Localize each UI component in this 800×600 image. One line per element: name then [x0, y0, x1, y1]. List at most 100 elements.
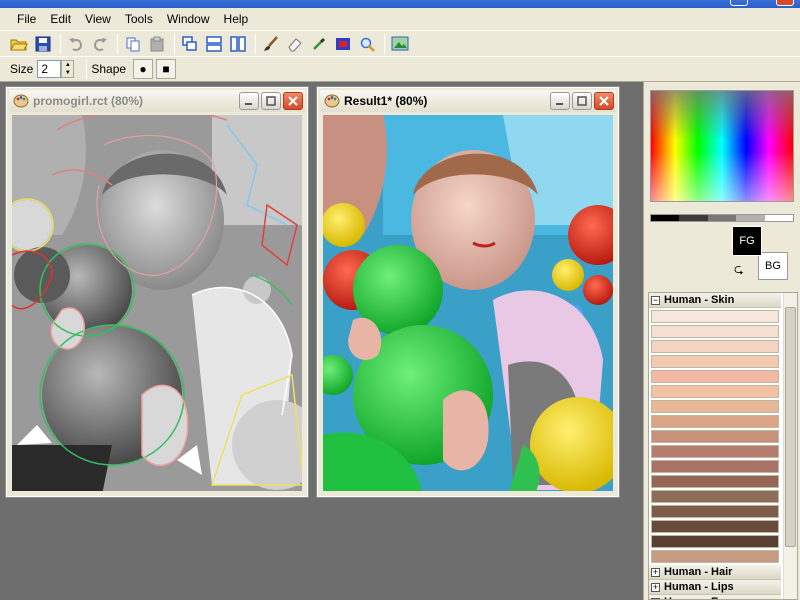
result-window-titlebar[interactable]: Result1* (80%) — [320, 90, 616, 112]
save-button[interactable] — [32, 33, 54, 55]
skin-color-swatch[interactable] — [651, 460, 779, 473]
skin-color-swatch[interactable] — [651, 475, 779, 488]
close-icon — [599, 96, 609, 106]
gray-step-swatch[interactable] — [679, 215, 708, 221]
grayscale-photo-with-region-outlines — [12, 115, 302, 491]
swatch-group-label: Human - Eyes — [664, 596, 737, 599]
swatch-group-human-eyes[interactable]: +Human - Eyes — [649, 595, 781, 599]
canvas-button[interactable] — [389, 33, 411, 55]
result-close-button[interactable] — [594, 92, 614, 110]
scrollbar-thumb[interactable] — [785, 307, 796, 547]
skin-swatch-list — [649, 310, 797, 563]
swap-colors-icon[interactable]: ⮎ — [734, 260, 744, 281]
skin-color-swatch[interactable] — [651, 385, 779, 398]
skin-color-swatch[interactable] — [651, 490, 779, 503]
result-canvas[interactable] — [323, 115, 613, 491]
app-minimize-button[interactable] — [730, 0, 748, 6]
paste-button[interactable] — [146, 33, 168, 55]
skin-color-swatch[interactable] — [651, 415, 779, 428]
skin-color-swatch[interactable] — [651, 355, 779, 368]
spin-down-icon[interactable]: ▼ — [62, 69, 74, 77]
toolbar-separator — [174, 33, 175, 54]
menu-file[interactable]: File — [10, 10, 43, 28]
copy-icon — [126, 37, 140, 51]
redo-button[interactable] — [89, 33, 111, 55]
foreground-color-swatch[interactable]: FG — [732, 226, 762, 256]
canvas-icon — [391, 36, 409, 50]
tile-horizontal-button[interactable] — [203, 33, 225, 55]
swatch-group-human-lips[interactable]: + Human - Lips — [649, 580, 781, 595]
eraser-tool-button[interactable] — [284, 33, 306, 55]
toolbar-separator — [117, 33, 118, 54]
brush-tool-button[interactable] — [260, 33, 282, 55]
color-fill-button[interactable] — [332, 33, 354, 55]
cascade-button[interactable] — [179, 33, 201, 55]
source-window-titlebar[interactable]: promogirl.rct (80%) — [9, 90, 305, 112]
skin-color-swatch[interactable] — [651, 505, 779, 518]
size-label: Size — [10, 62, 34, 76]
source-window-title: promogirl.rct (80%) — [33, 94, 144, 108]
toolbar-separator — [255, 33, 256, 54]
skin-color-swatch[interactable] — [651, 520, 779, 533]
menu-view[interactable]: View — [78, 10, 118, 28]
menu-tools[interactable]: Tools — [118, 10, 160, 28]
skin-color-swatch[interactable] — [651, 370, 779, 383]
background-color-swatch[interactable]: BG — [758, 252, 788, 280]
skin-color-swatch[interactable] — [651, 400, 779, 413]
skin-color-swatch[interactable] — [651, 340, 779, 353]
expand-icon[interactable]: + — [651, 567, 660, 577]
zoom-tool-button[interactable] — [356, 33, 378, 55]
gray-step-swatch[interactable] — [651, 215, 680, 221]
menu-window[interactable]: Window — [160, 10, 217, 28]
swatch-group-human-hair[interactable]: + Human - Hair — [649, 565, 781, 580]
gray-step-swatch[interactable] — [707, 215, 737, 221]
menu-edit[interactable]: Edit — [43, 10, 78, 28]
swatch-scrollbar[interactable] — [783, 293, 797, 599]
app-titlebar — [0, 0, 800, 8]
source-canvas[interactable] — [12, 115, 302, 491]
collapse-icon[interactable]: − — [651, 295, 660, 305]
result-maximize-button[interactable] — [572, 92, 592, 110]
color-spectrum-picker[interactable] — [650, 90, 794, 202]
copy-button[interactable] — [122, 33, 144, 55]
result-window-title: Result1* (80%) — [344, 94, 428, 108]
eyedropper-icon — [313, 37, 326, 50]
undo-button[interactable] — [65, 33, 87, 55]
grayscale-ramp[interactable] — [650, 214, 794, 222]
shape-round-button[interactable]: ● — [133, 59, 154, 79]
size-input[interactable] — [37, 60, 62, 78]
swatch-group-label: Human - Hair — [664, 566, 733, 578]
color-panel: FG BG ⮎ − Human - Skin + Human - Hair + Hum… — [643, 82, 800, 600]
source-maximize-button[interactable] — [261, 92, 281, 110]
tile-vertical-button[interactable] — [227, 33, 249, 55]
minimize-icon — [245, 103, 252, 105]
spin-up-icon[interactable]: ▲ — [62, 61, 74, 69]
open-button[interactable] — [8, 33, 30, 55]
gray-step-swatch[interactable] — [736, 215, 765, 221]
source-close-button[interactable] — [283, 92, 303, 110]
skin-color-swatch[interactable] — [651, 550, 779, 563]
shape-square-button[interactable]: ■ — [156, 59, 177, 79]
toolbar-separator — [60, 33, 61, 54]
skin-color-swatch[interactable] — [651, 535, 779, 548]
expand-icon[interactable]: + — [651, 582, 660, 592]
colorized-photo — [323, 115, 613, 491]
source-minimize-button[interactable] — [239, 92, 259, 110]
skin-color-swatch[interactable] — [651, 445, 779, 458]
skin-color-swatch[interactable] — [651, 310, 779, 323]
gray-step-swatch[interactable] — [764, 215, 794, 221]
zoom-icon — [360, 37, 375, 52]
swatch-group-human-skin[interactable]: − Human - Skin — [649, 293, 781, 308]
skin-color-swatch[interactable] — [651, 430, 779, 443]
toolbar-separator — [384, 33, 385, 54]
app-close-button[interactable] — [776, 0, 794, 6]
eyedropper-tool-button[interactable] — [308, 33, 330, 55]
skin-color-swatch[interactable] — [651, 325, 779, 338]
open-folder-icon — [10, 39, 28, 50]
eraser-icon — [288, 37, 302, 51]
menu-bar: File Edit View Tools Window Help — [0, 8, 800, 30]
swatch-group-label: Human - Lips — [664, 581, 734, 593]
size-spinner[interactable]: ▲ ▼ — [61, 60, 75, 78]
menu-help[interactable]: Help — [217, 10, 256, 28]
result-minimize-button[interactable] — [550, 92, 570, 110]
